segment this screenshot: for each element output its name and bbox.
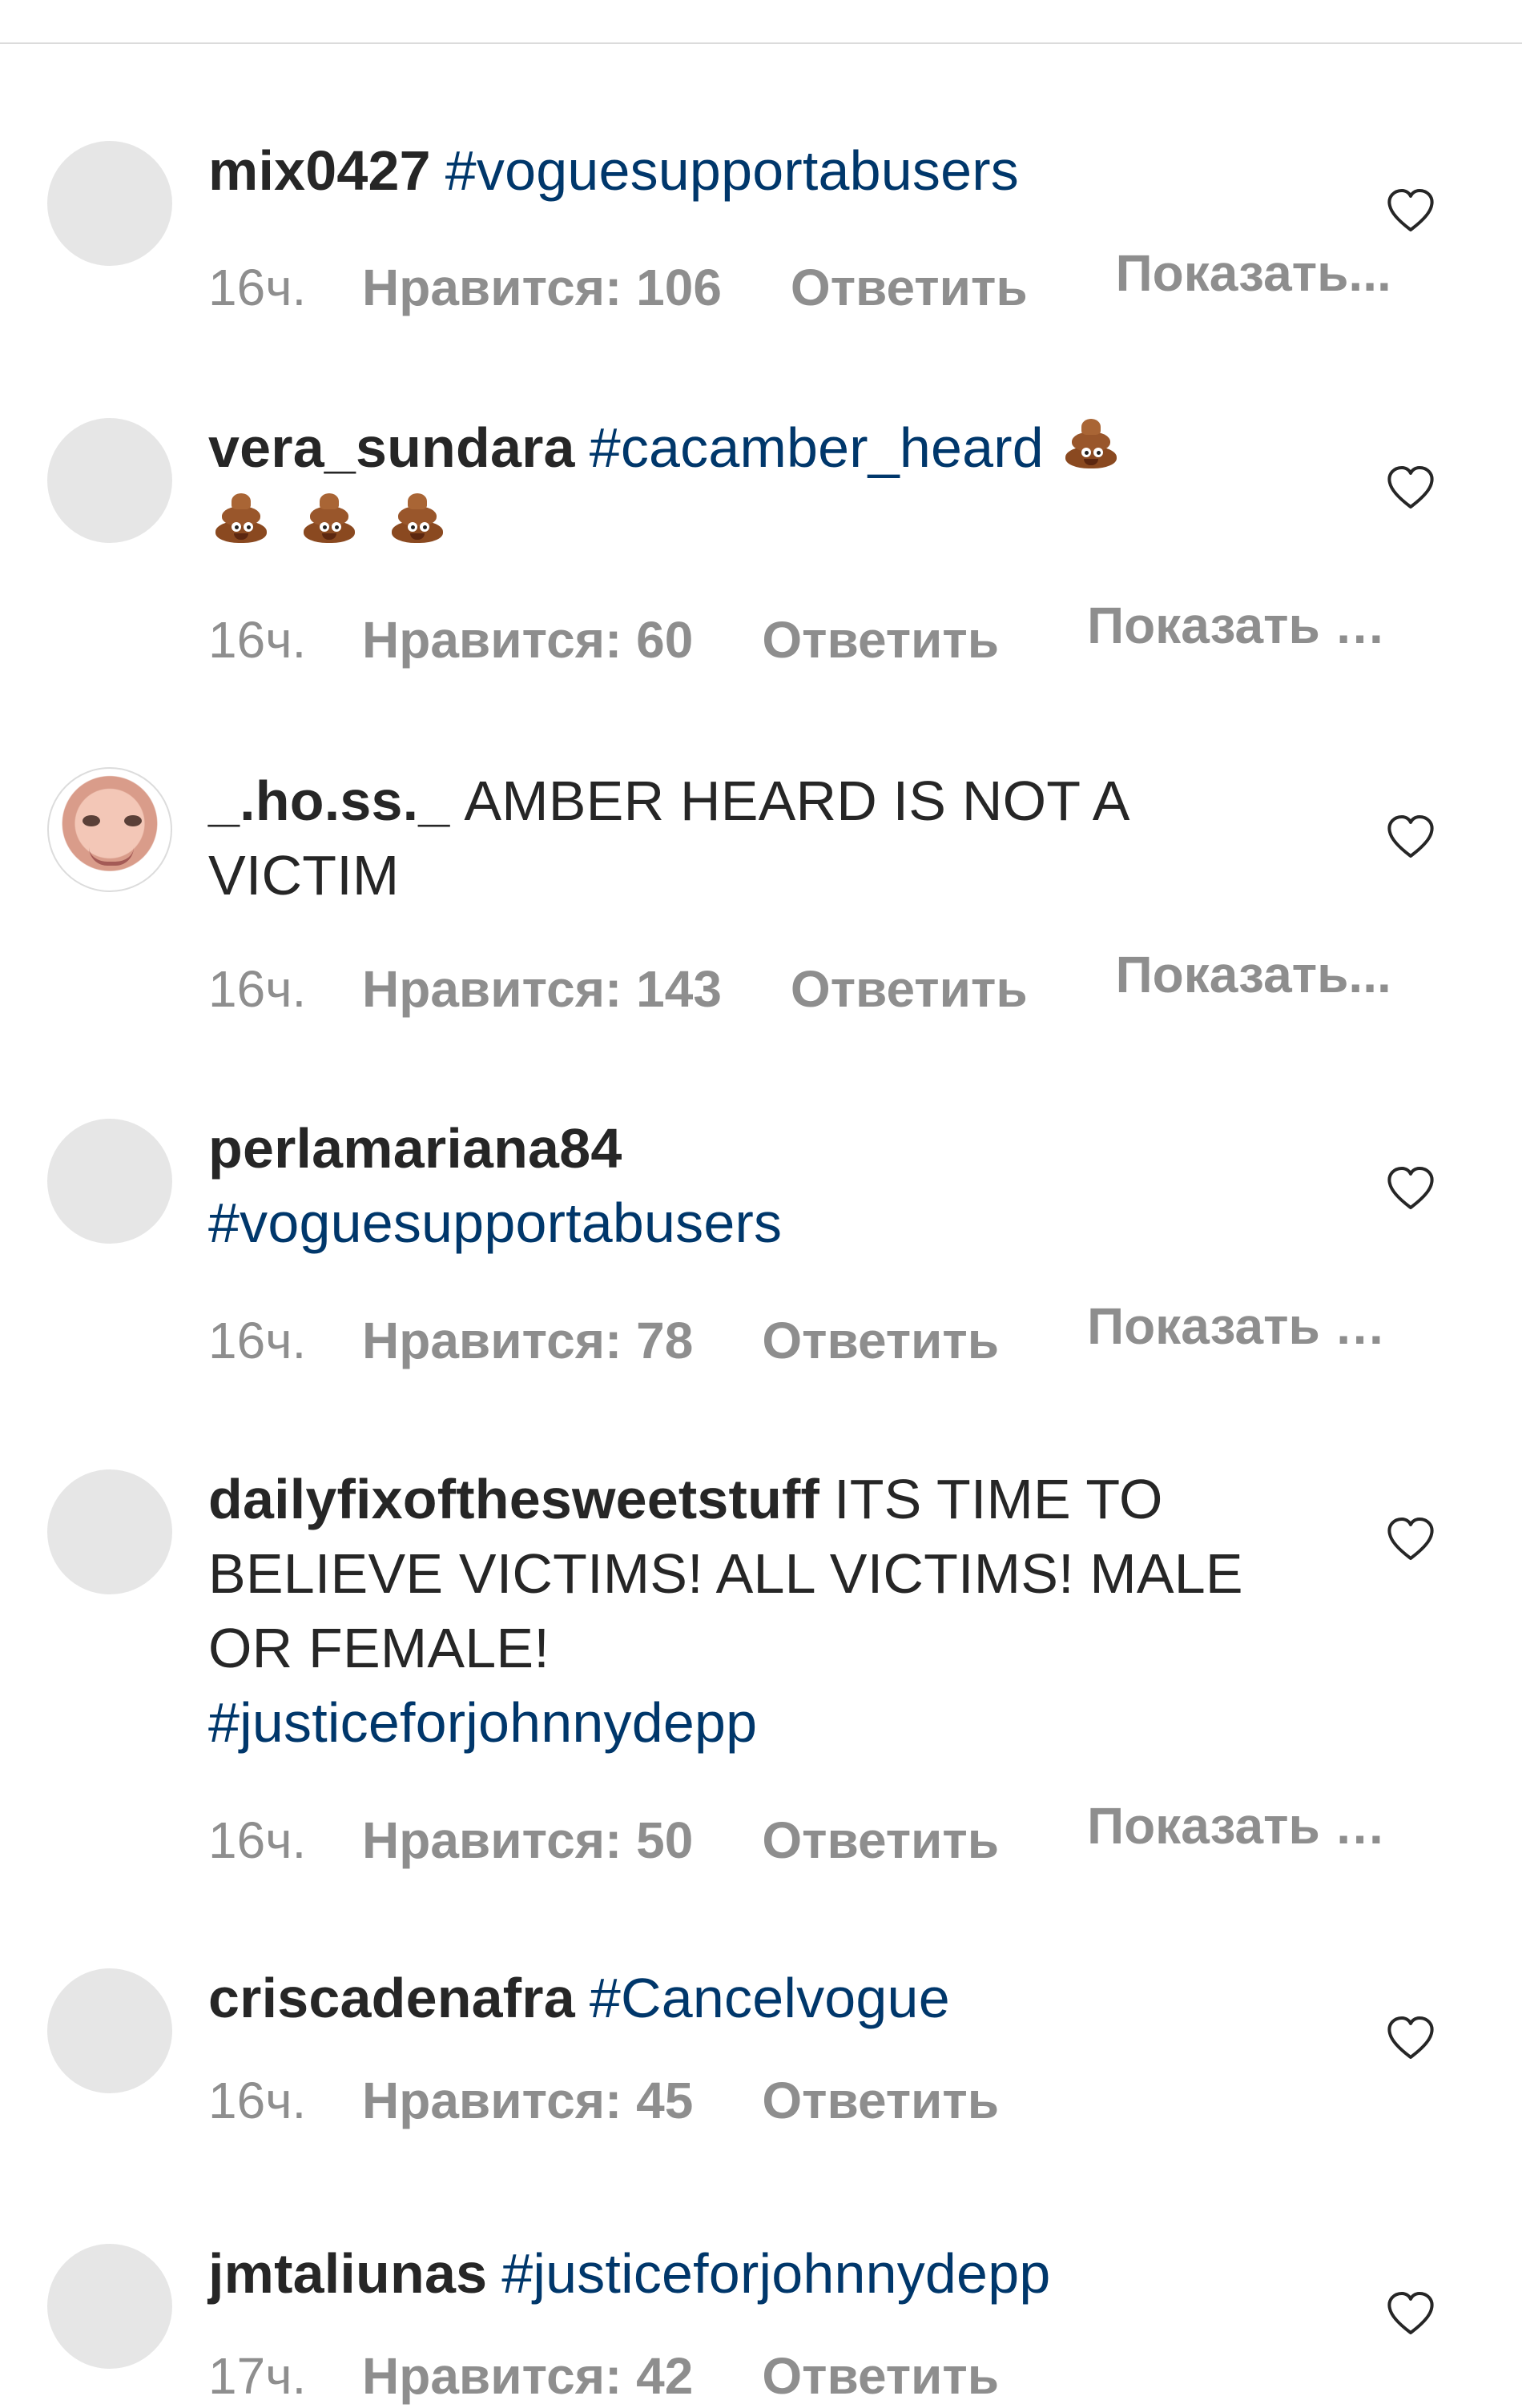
comment-username[interactable]: vera_sundara: [208, 416, 575, 479]
avatar-placeholder[interactable]: [47, 2244, 172, 2369]
comment-show-replies[interactable]: Показать...: [1116, 241, 1391, 305]
heart-outline-icon[interactable]: [1385, 187, 1436, 235]
comment-reply-button[interactable]: Ответить: [762, 1808, 999, 1872]
comment-hashtag[interactable]: #justiceforjohnnydepp: [208, 1691, 757, 1754]
comment-text: mix0427 #voguesupportabusers: [208, 134, 1266, 208]
heart-outline-icon[interactable]: [1385, 464, 1436, 513]
comment-likes[interactable]: Нравится: 50: [362, 1808, 693, 1872]
comment-time: 16ч.: [208, 259, 307, 316]
pile-of-poo-icon: [296, 485, 362, 551]
comment-time: 16ч.: [208, 2072, 307, 2129]
comment-text: dailyfixofthesweetstuff ITS TIME TO BELIE…: [208, 1462, 1266, 1760]
avatar-placeholder[interactable]: [47, 141, 172, 266]
comment-username[interactable]: jmtaliunas: [208, 2242, 487, 2305]
comment-text: vera_sundara #cacamber_heard: [208, 411, 1266, 560]
comment-reply-button[interactable]: Ответить: [762, 2344, 999, 2408]
heart-outline-icon[interactable]: [1385, 1165, 1436, 1213]
comment-time: 17ч.: [208, 2347, 307, 2405]
avatar-placeholder[interactable]: [47, 1968, 172, 2093]
avatar-placeholder[interactable]: [47, 418, 172, 543]
comment-show-replies[interactable]: Показать п...: [1087, 593, 1407, 657]
avatar-placeholder[interactable]: [47, 1119, 172, 1244]
comment-likes[interactable]: Нравится: 42: [362, 2344, 693, 2408]
comment-time: 16ч.: [208, 1312, 307, 1369]
comment-meta: 16ч. Нравится: 60 Ответить Показать п...: [208, 593, 1490, 672]
comment-username[interactable]: perlamariana84: [208, 1117, 622, 1180]
comment-show-replies[interactable]: Показать п...: [1087, 1794, 1407, 1858]
comment-text: perlamariana84 #voguesupportabusers: [208, 1112, 1266, 1260]
heart-outline-icon[interactable]: [1385, 1516, 1436, 1564]
comment-reply-button[interactable]: Ответить: [762, 1309, 999, 1373]
comment-show-replies[interactable]: Показать п...: [1087, 1294, 1407, 1358]
pile-of-poo-icon: [385, 485, 450, 551]
comment-meta: 16ч. Нравится: 106 Ответить Показать...: [208, 241, 1490, 320]
comment-meta: 16ч. Нравится: 45 Ответить: [208, 2068, 1490, 2133]
comment-time: 16ч.: [208, 960, 307, 1018]
comment-text: jmtaliunas #justiceforjohnnydepp: [208, 2237, 1266, 2311]
comment-meta: 16ч. Нравится: 143 Ответить Показать...: [208, 943, 1490, 1021]
comment-time: 16ч.: [208, 1811, 307, 1869]
top-divider: [0, 42, 1522, 44]
comment-reply-button[interactable]: Ответить: [791, 957, 1028, 1021]
comment-meta: 16ч. Нравится: 78 Ответить Показать п...: [208, 1294, 1490, 1373]
comment-username[interactable]: _.ho.ss._: [208, 770, 449, 832]
comment-likes[interactable]: Нравится: 143: [362, 957, 722, 1021]
comment-username[interactable]: criscadenafra: [208, 1967, 575, 2029]
comment-hashtag[interactable]: #Cancelvogue: [590, 1967, 950, 2029]
comment-username[interactable]: dailyfixofthesweetstuff: [208, 1468, 819, 1530]
comment-reply-button[interactable]: Ответить: [762, 608, 999, 672]
comment-likes[interactable]: Нравится: 106: [362, 255, 722, 320]
comment-hashtag[interactable]: #voguesupportabusers: [445, 139, 1019, 202]
comment-likes[interactable]: Нравится: 60: [362, 608, 693, 672]
heart-outline-icon[interactable]: [1385, 2290, 1436, 2338]
comment-hashtag[interactable]: #voguesupportabusers: [208, 1192, 782, 1254]
comment-text: criscadenafra #Cancelvogue: [208, 1961, 1266, 2036]
pile-of-poo-icon: [208, 485, 274, 551]
pile-of-poo-icon: [1058, 411, 1124, 476]
comment-meta: 17ч. Нравится: 42 Ответить: [208, 2344, 1490, 2408]
avatar-placeholder[interactable]: [47, 1469, 172, 1594]
comment-meta: 16ч. Нравится: 50 Ответить Показать п...: [208, 1794, 1490, 1872]
heart-outline-icon[interactable]: [1385, 814, 1436, 862]
comment-hashtag[interactable]: #cacamber_heard: [590, 416, 1044, 479]
comment-reply-button[interactable]: Ответить: [762, 2068, 999, 2133]
comment-hashtag[interactable]: #justiceforjohnnydepp: [501, 2242, 1050, 2305]
comment-likes[interactable]: Нравится: 45: [362, 2068, 693, 2133]
comment-reply-button[interactable]: Ответить: [791, 255, 1028, 320]
comment-username[interactable]: mix0427: [208, 139, 431, 202]
comment-likes[interactable]: Нравится: 78: [362, 1309, 693, 1373]
comment-show-replies[interactable]: Показать...: [1116, 943, 1391, 1007]
profile-photo[interactable]: [47, 767, 172, 892]
heart-outline-icon[interactable]: [1385, 2015, 1436, 2063]
comment-text: _.ho.ss._ AMBER HEARD IS NOT A VICTIM: [208, 764, 1266, 913]
comment-time: 16ч.: [208, 611, 307, 669]
